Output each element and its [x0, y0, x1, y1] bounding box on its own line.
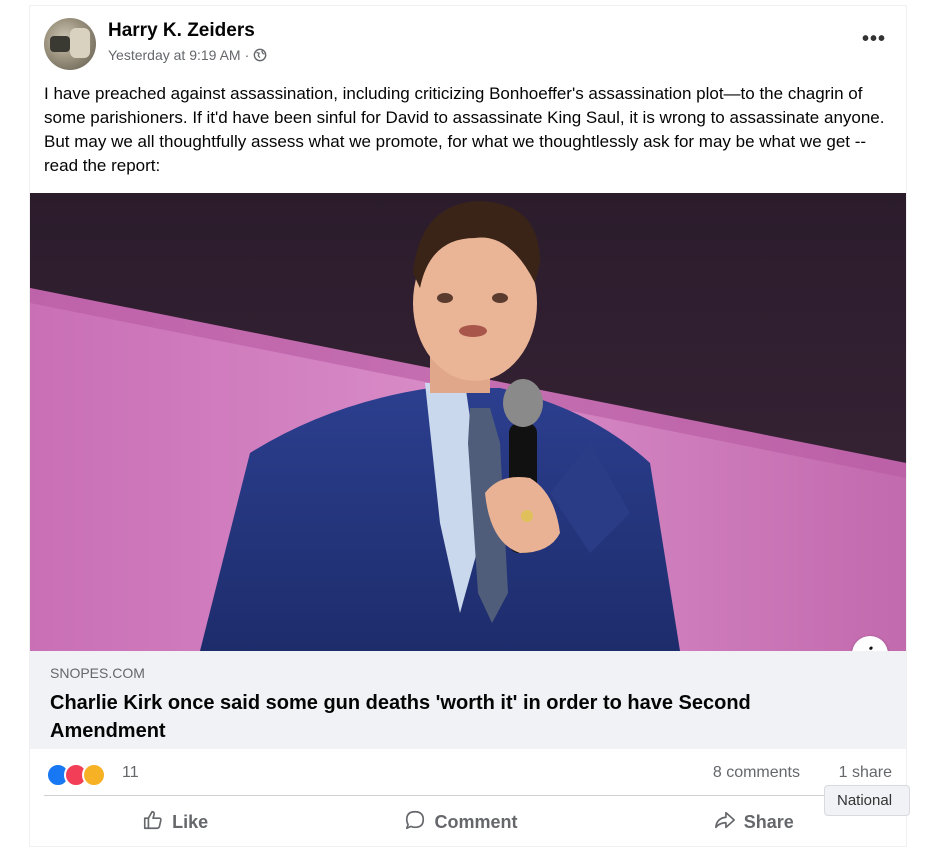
- divider: [44, 795, 892, 796]
- link-preview-image[interactable]: [30, 193, 906, 651]
- engagement-stats: 11 8 comments 1 share: [44, 761, 892, 787]
- tooltip: National: [824, 785, 910, 816]
- comment-button[interactable]: Comment: [404, 809, 517, 836]
- share-button[interactable]: Share: [714, 809, 794, 836]
- globe-icon[interactable]: [253, 48, 267, 62]
- reaction-count[interactable]: 11: [122, 764, 139, 782]
- reaction-icons[interactable]: [46, 763, 106, 787]
- link-title[interactable]: Charlie Kirk once said some gun deaths '…: [50, 689, 850, 745]
- link-domain: SNOPES.COM: [50, 665, 145, 681]
- thumbs-up-icon: [142, 809, 164, 836]
- like-label: Like: [172, 811, 209, 832]
- care-reaction-icon: [82, 763, 106, 787]
- more-options-button[interactable]: •••: [862, 28, 886, 51]
- share-icon: [714, 809, 736, 836]
- avatar[interactable]: [44, 18, 96, 70]
- post-card: Harry K. Zeiders Yesterday at 9:19 AM · …: [30, 6, 910, 846]
- post-timestamp[interactable]: Yesterday at 9:19 AM: [108, 47, 241, 63]
- post-text: I have preached against assassination, i…: [44, 84, 885, 175]
- link-preview[interactable]: SNOPES.COM Charlie Kirk once said some g…: [30, 651, 906, 749]
- share-label: Share: [743, 811, 794, 832]
- like-button[interactable]: Like: [142, 809, 208, 836]
- action-bar: Like Comment Share: [44, 804, 892, 840]
- comments-count[interactable]: 8 comments: [713, 764, 800, 782]
- post-meta: Yesterday at 9:19 AM ·: [108, 47, 267, 63]
- comment-icon: [404, 809, 426, 836]
- comment-label: Comment: [434, 811, 518, 832]
- meta-separator: ·: [244, 47, 250, 63]
- author-name[interactable]: Harry K. Zeiders: [108, 20, 255, 42]
- shares-count[interactable]: 1 share: [839, 764, 892, 782]
